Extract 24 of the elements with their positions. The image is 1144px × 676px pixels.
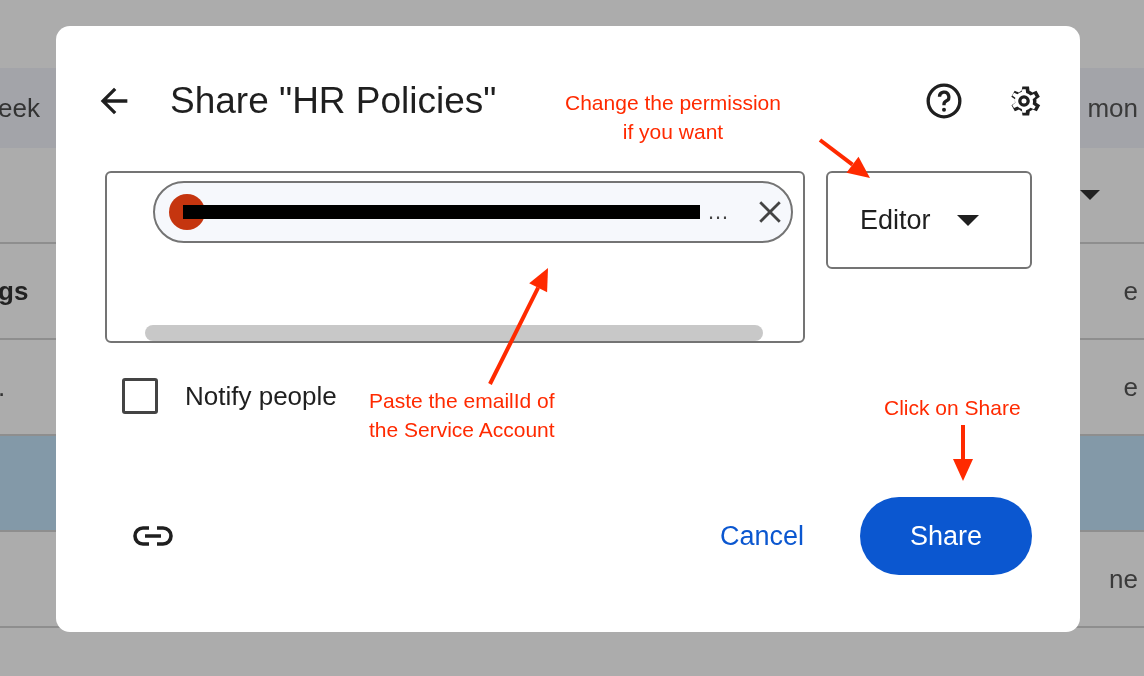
caret-icon: [956, 214, 979, 226]
cancel-button[interactable]: Cancel: [719, 512, 804, 560]
annotation-arrow: [953, 425, 973, 481]
notify-checkbox[interactable]: [122, 378, 158, 414]
row-text: e: [1123, 371, 1138, 403]
annotation-text: Change the permission if you want: [565, 90, 781, 145]
row-text: .: [0, 371, 6, 403]
share-button[interactable]: Share: [860, 497, 1032, 575]
row-text: ne: [1109, 563, 1138, 595]
link-icon[interactable]: [132, 525, 174, 547]
scrollbar[interactable]: [145, 325, 763, 341]
annotation-arrow: [818, 138, 870, 178]
role-dropdown[interactable]: Editor: [826, 171, 1032, 269]
recipients-field[interactable]: …: [105, 171, 805, 343]
help-icon[interactable]: [924, 81, 964, 121]
annotation-text: Paste the emailId of the Service Account: [369, 388, 555, 443]
recipient-email: …: [707, 199, 729, 225]
close-icon[interactable]: [757, 199, 783, 225]
annotation-text: Click on Share: [884, 395, 1021, 421]
dialog-title: Share "HR Policies": [170, 80, 497, 122]
recipient-chip[interactable]: …: [153, 181, 793, 243]
row-text: mon: [1087, 92, 1138, 124]
checkbox-label: Notify people: [185, 380, 337, 412]
row-text: e: [1123, 275, 1138, 307]
